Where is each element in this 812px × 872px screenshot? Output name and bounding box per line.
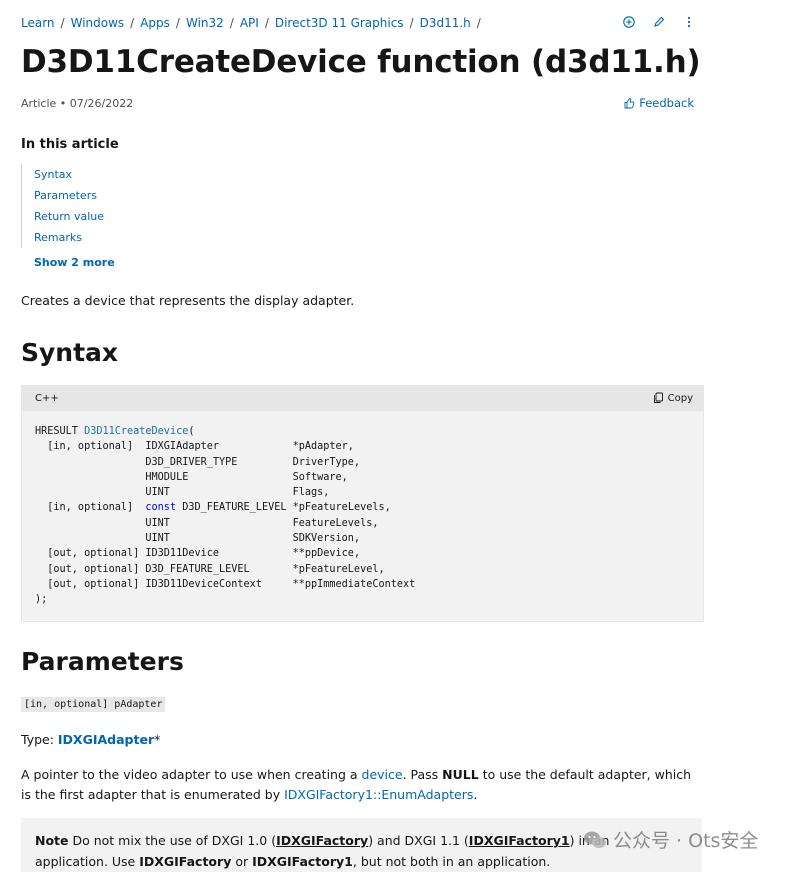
note-link-idxgifactory1[interactable]: IDXGIFactory1 xyxy=(469,833,570,848)
code-block: C++ Copy HRESULT D3D11CreateDevice( [in,… xyxy=(21,385,704,622)
breadcrumb-item-learn[interactable]: Learn xyxy=(21,16,55,30)
watermark-text: 公众号 · Ots安全 xyxy=(613,830,759,852)
type-value: IDXGIAdapter xyxy=(57,732,155,747)
feedback-label: Feedback xyxy=(639,96,694,110)
thumbs-up-icon xyxy=(624,98,635,109)
breadcrumb-item-apps[interactable]: Apps xyxy=(140,16,170,30)
param-name-tag: [in, optional] pAdapter xyxy=(21,697,166,712)
breadcrumb-separator: / xyxy=(409,16,414,30)
breadcrumb-item-windows[interactable]: Windows xyxy=(71,16,125,30)
meta-bullet: • xyxy=(59,97,67,110)
note-b2: IDXGIFactory1 xyxy=(252,854,353,869)
param-type-line: Type: IDXGIAdapter* xyxy=(21,732,160,747)
wechat-icon xyxy=(584,831,606,848)
desc-text-2: . Pass xyxy=(402,767,443,782)
header-actions xyxy=(622,14,696,28)
note-t5: , but not both in an application. xyxy=(352,854,551,869)
breadcrumb-trailing-separator: / xyxy=(476,16,481,30)
desc-text-4: . xyxy=(473,787,478,802)
breadcrumb-item-api[interactable]: API xyxy=(240,16,259,30)
device-link[interactable]: device xyxy=(362,767,403,782)
parameters-heading: Parameters xyxy=(21,647,184,676)
type-prefix: Type: xyxy=(21,732,58,747)
copy-icon xyxy=(653,392,663,403)
enum-adapters-link[interactable]: IDXGIFactory1::EnumAdapters xyxy=(284,787,473,802)
desc-text-1: A pointer to the video adapter to use wh… xyxy=(21,767,362,782)
breadcrumb-item-direct3d[interactable]: Direct3D 11 Graphics xyxy=(275,16,404,30)
breadcrumb-item-win32[interactable]: Win32 xyxy=(186,16,224,30)
add-circle-icon[interactable] xyxy=(622,14,636,28)
note-b1: IDXGIFactory xyxy=(139,854,232,869)
note-t4: or xyxy=(231,854,253,869)
code-header: C++ Copy xyxy=(22,386,703,411)
copy-button[interactable]: Copy xyxy=(653,392,693,404)
note-t1: Do not mix the use of DXGI 1.0 ( xyxy=(68,833,277,848)
desc-null: NULL xyxy=(442,767,479,782)
note-link-idxgifactory[interactable]: IDXGIFactory xyxy=(276,833,368,848)
toc-item-return-value[interactable]: Return value xyxy=(34,206,104,227)
breadcrumb-separator: / xyxy=(130,16,135,30)
page-title: D3D11CreateDevice function (d3d11.h) xyxy=(21,44,701,80)
syntax-heading: Syntax xyxy=(21,338,119,367)
article-date: 07/26/2022 xyxy=(69,97,134,110)
copy-label: Copy xyxy=(667,392,693,404)
syntax-code: HRESULT D3D11CreateDevice( [in, optional… xyxy=(35,426,416,606)
more-vertical-icon[interactable] xyxy=(682,14,696,28)
type-suffix: * xyxy=(154,732,161,747)
breadcrumb: Learn / Windows / Apps / Win32 / API / Direct3D 11… xyxy=(21,16,487,30)
note-t2: ) and DXGI 1.1 ( xyxy=(368,833,469,848)
code-language: C++ xyxy=(35,393,59,404)
toc-list: Syntax Parameters Return value Remarks xyxy=(21,164,104,248)
toc-item-remarks[interactable]: Remarks xyxy=(34,227,104,248)
toc-show-more-button[interactable]: Show 2 more xyxy=(34,256,115,269)
breadcrumb-separator: / xyxy=(60,16,65,30)
article-type: Article xyxy=(21,97,57,110)
article-meta: Article • 07/26/2022 xyxy=(21,97,133,110)
toc-title: In this article xyxy=(21,137,119,152)
pencil-icon[interactable] xyxy=(652,14,666,28)
breadcrumb-item-d3d11h[interactable]: D3d11.h xyxy=(420,16,471,30)
breadcrumb-separator: / xyxy=(175,16,180,30)
toc-item-syntax[interactable]: Syntax xyxy=(34,164,104,185)
note-label: Note xyxy=(35,833,69,848)
watermark: 公众号 · Ots安全 xyxy=(583,826,758,853)
breadcrumb-separator: / xyxy=(229,16,234,30)
param-description: A pointer to the video adapter to use wh… xyxy=(21,765,702,805)
function-description: Creates a device that represents the dis… xyxy=(21,293,355,308)
breadcrumb-separator: / xyxy=(264,16,269,30)
toc-item-parameters[interactable]: Parameters xyxy=(34,185,104,206)
type-link-idxgiadapter[interactable]: IDXGIAdapter xyxy=(58,732,154,747)
feedback-button[interactable]: Feedback xyxy=(623,96,694,110)
